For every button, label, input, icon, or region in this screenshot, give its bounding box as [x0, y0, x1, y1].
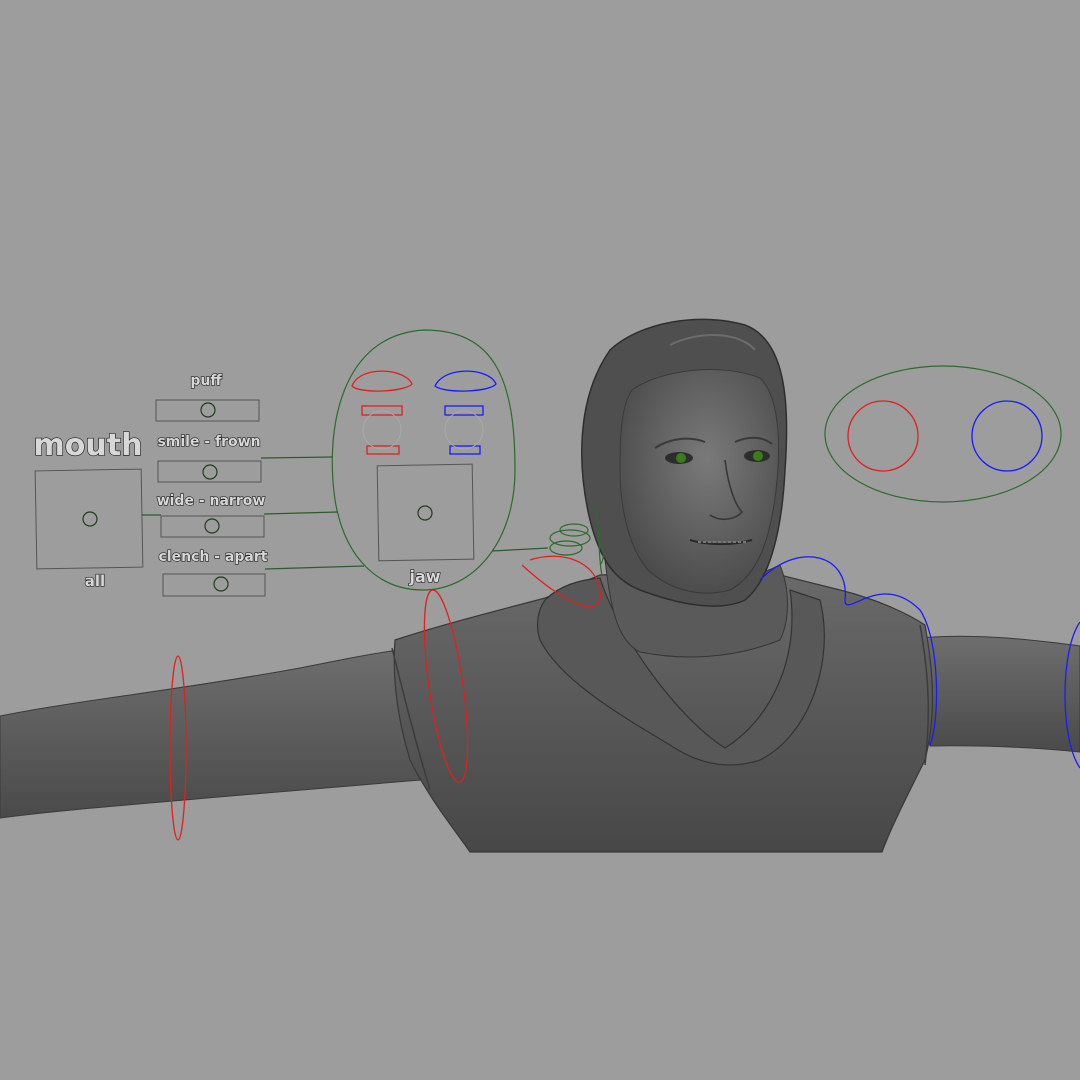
mouth-panel[interactable]: mouth all puff smile - frown wide - narr… — [33, 372, 365, 597]
connector-clench-apart — [264, 565, 365, 570]
scene-canvas[interactable]: jaw mouth all puff smile - frown wide - … — [0, 0, 1080, 1080]
slider-clench-apart-label: clench - apart — [159, 549, 268, 565]
eyelid-lower-right[interactable] — [449, 445, 481, 455]
slider-wide-narrow-label: wide - narrow — [157, 493, 266, 509]
iris-left — [676, 453, 686, 463]
face-gui[interactable]: jaw — [331, 329, 549, 591]
slider-wide-narrow-knob[interactable] — [204, 518, 220, 534]
mouth-all-knob[interactable] — [82, 511, 98, 527]
eyelid-lower-left[interactable] — [366, 445, 400, 455]
slider-smile-frown-knob[interactable] — [202, 464, 218, 480]
mouth-all-box[interactable] — [34, 468, 144, 570]
connector-wide-narrow — [263, 511, 339, 515]
slider-puff-label: puff — [190, 373, 222, 389]
slider-smile-frown-label: smile - frown — [157, 434, 260, 450]
jaw-label: jaw — [408, 567, 440, 586]
arm-left[interactable] — [0, 649, 421, 819]
face[interactable] — [619, 369, 780, 594]
eye-aim-right[interactable] — [971, 400, 1043, 472]
mouth-all-label: all — [85, 572, 105, 590]
jaw-connector — [491, 547, 549, 552]
face-gui-outline[interactable] — [331, 329, 516, 591]
eye-aim-left[interactable] — [847, 400, 919, 472]
slider-clench-apart-knob[interactable] — [213, 576, 229, 592]
eye-slot-left — [362, 410, 402, 450]
eye-slot-right — [444, 410, 484, 450]
jaw-ctrl-knob[interactable] — [417, 505, 433, 521]
iris-right — [753, 451, 763, 461]
mouth-title: mouth — [34, 428, 143, 463]
brow-ctrl-right[interactable] — [434, 370, 497, 392]
eye-aim-ctrl[interactable] — [824, 365, 1062, 503]
character-mesh[interactable] — [0, 318, 1080, 853]
brow-ctrl-left[interactable] — [351, 370, 413, 392]
slider-puff-knob[interactable] — [200, 402, 216, 418]
jaw-ctrl-box[interactable] — [376, 463, 475, 562]
3d-viewport[interactable]: jaw mouth all puff smile - frown wide - … — [0, 0, 1080, 1080]
connector-smile-frown — [260, 456, 334, 459]
